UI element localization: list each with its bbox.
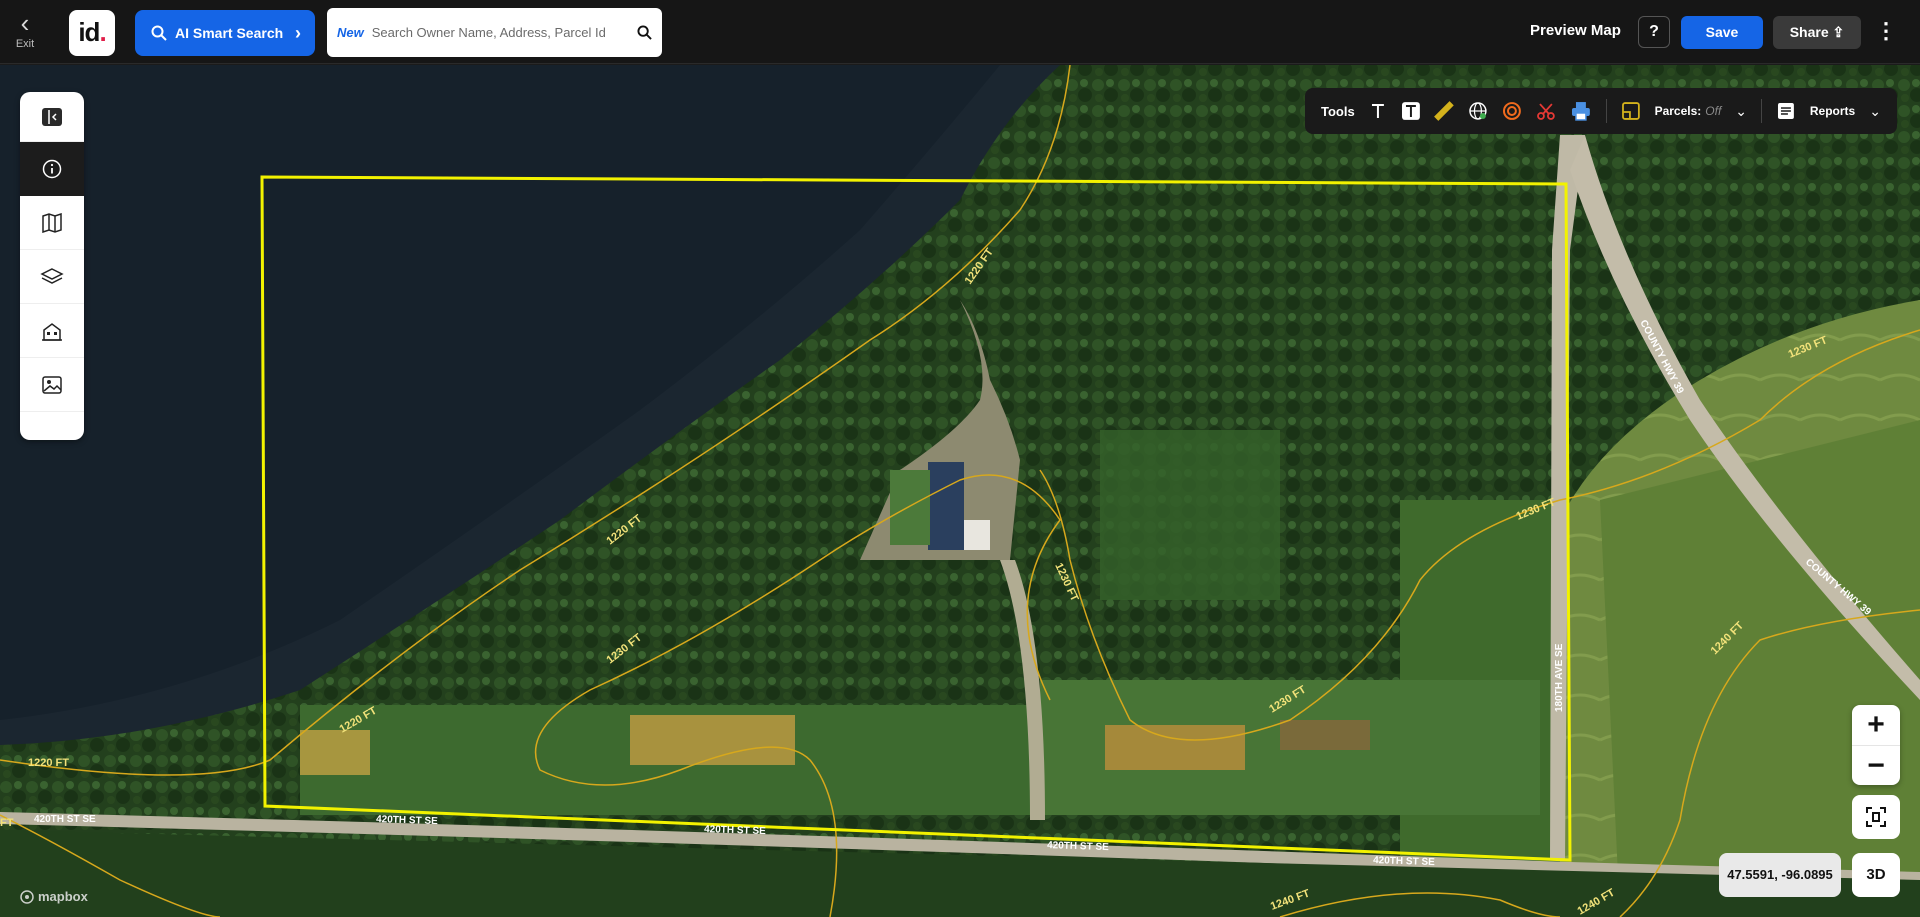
tools-bar: Tools Parcels: Off ⌄ Reports ⌄: [1305, 88, 1897, 134]
parcels-icon: [1621, 102, 1640, 120]
chevron-down-icon[interactable]: ⌄: [1735, 103, 1747, 120]
parcels-toggle[interactable]: Parcels: Off: [1655, 104, 1722, 118]
sidebar-item-buildings[interactable]: [20, 304, 84, 358]
search-icon[interactable]: [637, 25, 652, 40]
fit-bounds-button[interactable]: [1852, 795, 1900, 839]
tools-label: Tools: [1321, 103, 1355, 119]
reports-button[interactable]: Reports: [1810, 104, 1855, 118]
radius-icon[interactable]: [1502, 101, 1522, 121]
road-label: 420TH ST SE: [376, 814, 438, 827]
road-label: 420TH ST SE: [1373, 855, 1435, 868]
zoom-control: + −: [1852, 705, 1900, 785]
ruler-icon[interactable]: [1434, 101, 1455, 121]
text-icon[interactable]: [1369, 102, 1387, 120]
text-box-icon[interactable]: [1401, 101, 1421, 121]
zoom-in-button[interactable]: +: [1852, 705, 1900, 745]
contour-label: 1220 FT: [28, 757, 69, 769]
mapbox-label: mapbox: [38, 889, 88, 904]
sidebar-item-imagery[interactable]: [20, 358, 84, 412]
chevron-down-icon[interactable]: ⌄: [1869, 103, 1881, 120]
reports-icon: [1778, 103, 1794, 119]
panel-toggle-icon: [42, 107, 62, 126]
road-label: 420TH ST SE: [34, 814, 96, 825]
left-sidebar: [20, 92, 84, 440]
app-logo[interactable]: id.: [69, 10, 115, 56]
road-label: 420TH ST SE: [704, 824, 766, 837]
buildings-icon: [42, 322, 62, 341]
share-button[interactable]: Share ⇪: [1773, 16, 1861, 49]
print-icon[interactable]: [1570, 101, 1592, 121]
map-canvas[interactable]: 1220 FT 1220 FT 1220 FT 1220 FT 1230 FT …: [0, 65, 1920, 917]
globe-icon[interactable]: [1468, 101, 1488, 121]
search-bar: New: [327, 8, 662, 57]
chevron-right-icon: ›: [295, 22, 301, 43]
ai-smart-search-button[interactable]: AI Smart Search ›: [135, 10, 315, 56]
sidebar-item-map[interactable]: [20, 196, 84, 250]
exit-button[interactable]: ‹ Exit: [8, 10, 42, 54]
more-menu-icon[interactable]: ⋮: [1875, 16, 1897, 49]
top-bar: ‹ Exit id. AI Smart Search › New Preview…: [0, 0, 1920, 64]
parcels-state: Off: [1705, 104, 1722, 118]
aerial-map: 1220 FT 1220 FT 1220 FT 1220 FT 1230 FT …: [0, 65, 1920, 917]
map-icon: [42, 212, 62, 233]
toolbar-divider: [1605, 99, 1607, 123]
help-button[interactable]: ?: [1638, 16, 1670, 48]
search-icon: [151, 25, 167, 41]
ai-smart-search-label: AI Smart Search: [175, 25, 284, 41]
share-icon: ⇪: [1832, 24, 1845, 40]
3d-view-button[interactable]: 3D: [1852, 853, 1900, 897]
mapbox-attribution[interactable]: mapbox: [20, 889, 88, 904]
zoom-out-button[interactable]: −: [1852, 745, 1900, 785]
parcels-label: Parcels:: [1654, 104, 1702, 118]
scissors-icon[interactable]: [1536, 101, 1556, 121]
contour-label: FT: [0, 817, 14, 829]
chevron-left-icon: ‹: [20, 8, 30, 38]
sidebar-item-info[interactable]: [20, 142, 84, 196]
road-label: 180TH AVE SE: [1554, 643, 1565, 712]
toolbar-divider: [1761, 99, 1763, 123]
coordinates-readout: 47.5591, -96.0895: [1719, 853, 1841, 897]
sidebar-item-panel-toggle[interactable]: [20, 92, 84, 142]
road-label: 420TH ST SE: [1047, 840, 1109, 853]
search-input[interactable]: [369, 24, 637, 41]
new-badge: New: [337, 25, 364, 40]
sidebar-item-layers[interactable]: [20, 250, 84, 304]
exit-label: Exit: [15, 38, 35, 50]
image-icon: [42, 375, 62, 394]
logo-text: id: [78, 17, 100, 47]
mapbox-logo-icon: [20, 889, 34, 904]
fit-bounds-icon: [1866, 807, 1886, 827]
preview-map-button[interactable]: Preview Map: [1530, 22, 1621, 39]
layers-icon: [40, 267, 64, 284]
save-button[interactable]: Save: [1681, 16, 1763, 49]
share-label: Share: [1789, 24, 1829, 40]
info-icon: [42, 159, 62, 178]
